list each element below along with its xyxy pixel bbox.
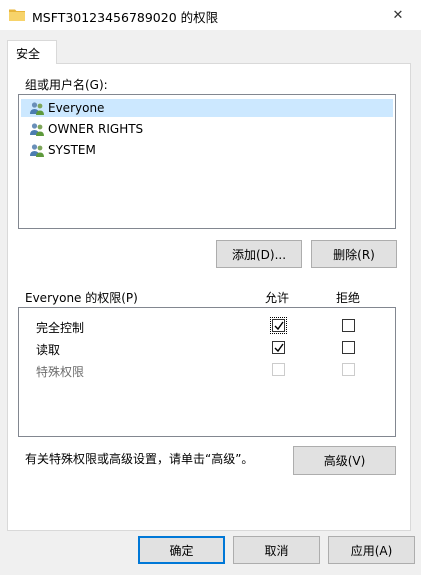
list-item-everyone[interactable]: Everyone bbox=[21, 99, 393, 117]
deny-full-control-checkbox[interactable] bbox=[342, 319, 355, 332]
permissions-label: Everyone 的权限(P) bbox=[25, 291, 138, 305]
user-group-icon bbox=[30, 123, 44, 136]
user-group-icon bbox=[30, 144, 44, 157]
list-item-label: Everyone bbox=[48, 101, 105, 115]
tab-security[interactable]: 安全 bbox=[7, 40, 57, 64]
deny-column-header: 拒绝 bbox=[336, 291, 361, 305]
tab-label: 安全 bbox=[16, 47, 41, 61]
advanced-button[interactable]: 高级(V) bbox=[293, 446, 396, 475]
add-button[interactable]: 添加(D)... bbox=[216, 240, 302, 268]
permission-name-read: 读取 bbox=[36, 343, 61, 357]
title-bar: MSFT30123456789020 的权限 ✕ bbox=[0, 0, 421, 30]
permission-name-special: 特殊权限 bbox=[36, 365, 85, 379]
user-group-icon bbox=[30, 102, 44, 115]
allow-column-header: 允许 bbox=[265, 291, 290, 305]
permissions-list: 完全控制 读取 特殊权限 bbox=[18, 307, 396, 437]
window-title: MSFT30123456789020 的权限 bbox=[32, 10, 219, 25]
checkmark-icon bbox=[274, 321, 284, 331]
advanced-note: 有关特殊权限或高级设置，请单击“高级”。 bbox=[25, 452, 254, 466]
allow-read-checkbox[interactable] bbox=[272, 341, 285, 354]
permission-name-full-control: 完全控制 bbox=[36, 321, 85, 335]
dialog-body: 安全 组或用户名(G): Everyone OWNER RIGHTS SYSTE… bbox=[0, 30, 421, 575]
allow-special-checkbox bbox=[272, 363, 285, 376]
folder-icon bbox=[9, 8, 25, 21]
cancel-button[interactable]: 取消 bbox=[233, 536, 320, 564]
list-item-system[interactable]: SYSTEM bbox=[29, 141, 96, 159]
checkmark-icon bbox=[274, 343, 284, 353]
list-item-label: OWNER RIGHTS bbox=[48, 122, 144, 136]
list-item-owner-rights[interactable]: OWNER RIGHTS bbox=[29, 120, 143, 138]
deny-special-checkbox bbox=[342, 363, 355, 376]
apply-button[interactable]: 应用(A) bbox=[328, 536, 415, 564]
close-icon: ✕ bbox=[392, 7, 404, 23]
deny-read-checkbox[interactable] bbox=[342, 341, 355, 354]
allow-full-control-checkbox[interactable] bbox=[270, 317, 287, 334]
close-button[interactable]: ✕ bbox=[375, 0, 421, 30]
groups-label: 组或用户名(G): bbox=[25, 78, 108, 92]
list-item-label: SYSTEM bbox=[48, 143, 96, 157]
groups-listbox[interactable]: Everyone OWNER RIGHTS SYSTEM bbox=[18, 94, 396, 229]
remove-button[interactable]: 删除(R) bbox=[311, 240, 397, 268]
ok-button[interactable]: 确定 bbox=[138, 536, 225, 564]
